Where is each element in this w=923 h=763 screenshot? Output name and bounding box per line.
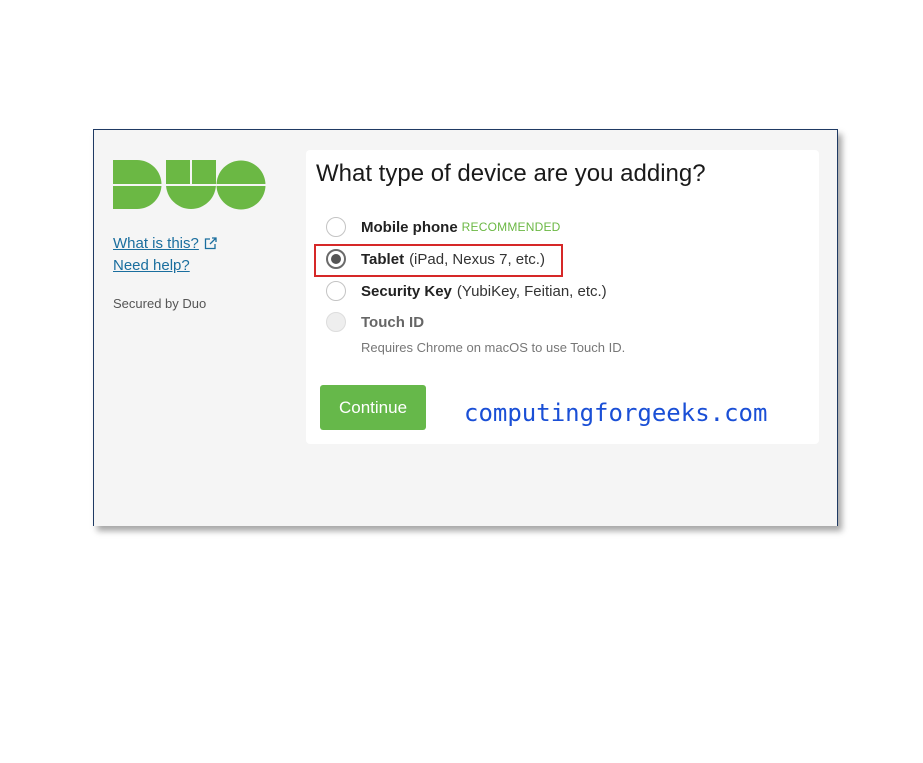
touch-id-hint: Requires Chrome on macOS to use Touch ID… (361, 340, 626, 355)
secured-by-duo: Secured by Duo (113, 296, 207, 311)
external-link-icon (204, 236, 217, 249)
touch-id-radio (326, 312, 346, 332)
option-label: Touch ID (361, 313, 425, 331)
watermark: computingforgeeks.com (464, 399, 768, 427)
tablet-highlight-box (314, 244, 563, 277)
security-key-radio[interactable] (326, 281, 346, 301)
recommended-badge: RECOMMENDED (461, 220, 561, 234)
option-label: Mobile phone (361, 218, 458, 236)
continue-button[interactable]: Continue (320, 385, 426, 430)
page-title: What type of device are you adding? (316, 160, 706, 187)
sidebar: What is this? Need help? Secured by Duo (113, 160, 283, 311)
option-security-key[interactable]: Security Key (YubiKey, Feitian, etc.) (326, 278, 607, 304)
option-label: Security Key (361, 282, 452, 300)
duo-logo (113, 160, 266, 210)
what-is-this-row: What is this? (113, 232, 283, 254)
need-help-link[interactable]: Need help? (113, 257, 190, 274)
duo-prompt-frame: What is this? Need help? Secured by Duo … (93, 129, 838, 526)
mobile-phone-radio[interactable] (326, 217, 346, 237)
option-detail: (YubiKey, Feitian, etc.) (456, 282, 607, 300)
option-mobile-phone[interactable]: Mobile phone RECOMMENDED (326, 214, 561, 240)
need-help-row: Need help? (113, 254, 283, 276)
sidebar-links: What is this? Need help? (113, 232, 283, 276)
what-is-this-link[interactable]: What is this? (113, 235, 199, 252)
option-touch-id: Touch ID (326, 309, 424, 335)
